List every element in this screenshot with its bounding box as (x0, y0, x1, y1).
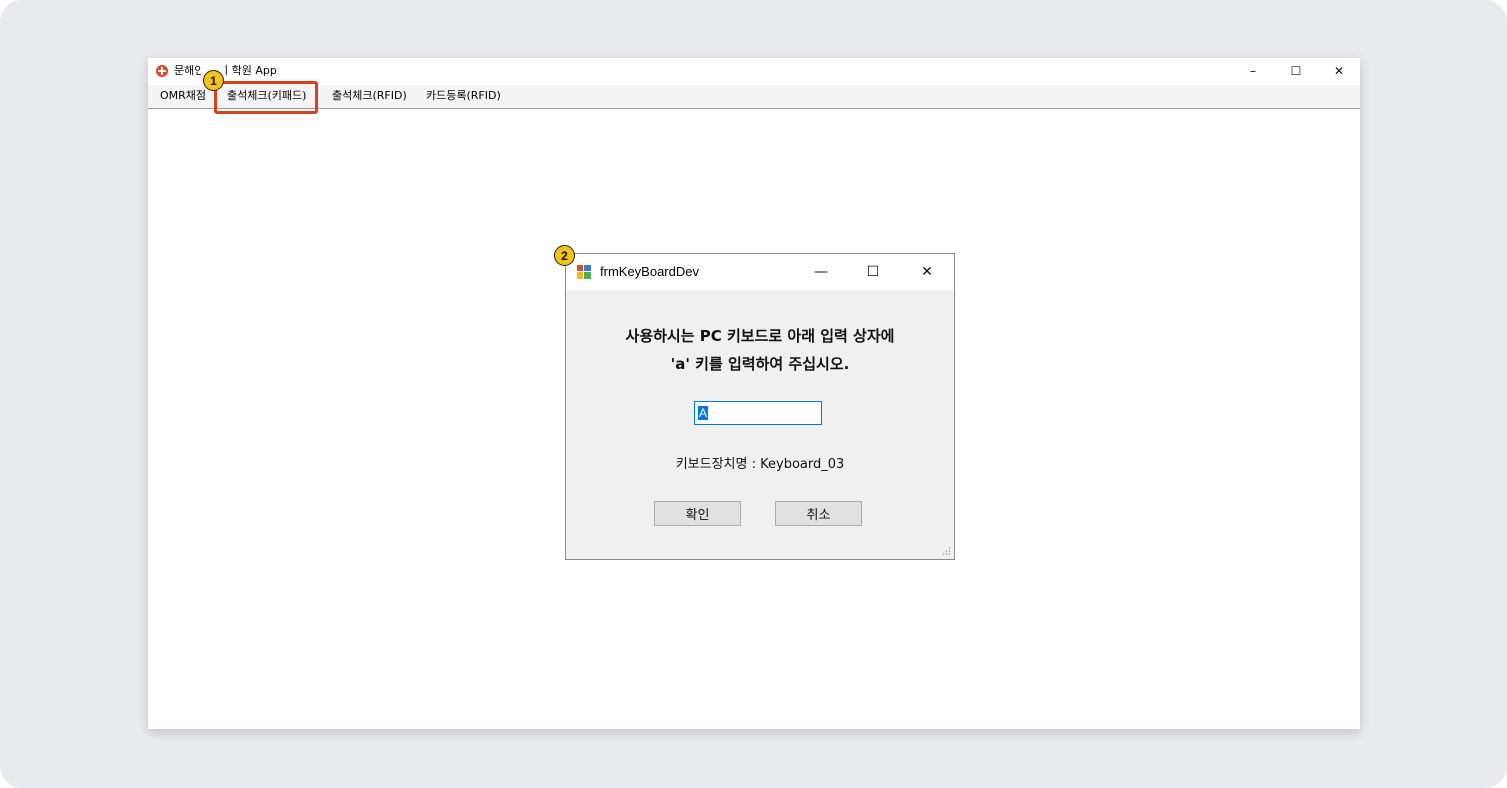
step-badge-2: 2 (554, 245, 575, 266)
cancel-button[interactable]: 취소 (775, 501, 862, 526)
app-icon (156, 65, 168, 77)
device-label: 키보드장치명 : (675, 457, 756, 472)
device-row: 키보드장치명 : Keyboard_03 (566, 453, 954, 472)
form-icon (577, 265, 591, 279)
menu-item-omr[interactable]: OMR채점 (160, 89, 206, 103)
menu-bar: OMR채점 출석체크(키패드) 출석체크(RFID) 카드등록(RFID) (148, 85, 1360, 109)
resize-grip-icon[interactable] (941, 546, 951, 556)
minimize-button[interactable]: – (1231, 58, 1275, 84)
device-name: Keyboard_03 (760, 457, 845, 472)
dialog-message-line2: 'a' 키를 입력하여 주십시오. (670, 355, 850, 373)
maximize-button[interactable]: ☐ (1274, 58, 1318, 84)
close-button[interactable]: ✕ (1317, 58, 1361, 84)
app-title: 문해인 달리 학원 App (174, 64, 277, 77)
dialog-minimize-button[interactable]: — (798, 254, 844, 290)
highlight-box (214, 81, 318, 114)
dialog-message: 사용하시는 PC 키보드로 아래 입력 상자에 'a' 키를 입력하여 주십시오… (566, 322, 954, 378)
menu-item-card-register[interactable]: 카드등록(RFID) (426, 89, 501, 103)
app-titlebar: 문해인 달리 학원 App – ☐ ✕ (148, 58, 1360, 85)
dialog-title: frmKeyBoardDev (600, 264, 699, 279)
menu-item-attendance-rfid[interactable]: 출석체크(RFID) (332, 89, 407, 103)
dialog-titlebar: frmKeyBoardDev — ☐ ✕ (566, 254, 954, 290)
dialog-message-line1: 사용하시는 PC 키보드로 아래 입력 상자에 (625, 327, 895, 345)
keyboard-dialog: frmKeyBoardDev — ☐ ✕ 사용하시는 PC 키보드로 아래 입력… (565, 253, 955, 560)
key-input[interactable]: A (694, 401, 822, 425)
ok-button[interactable]: 확인 (654, 501, 741, 526)
dialog-close-button[interactable]: ✕ (904, 254, 950, 290)
key-input-value: A (698, 406, 709, 420)
step-badge-1: 1 (203, 70, 224, 91)
dialog-maximize-button[interactable]: ☐ (850, 254, 896, 290)
